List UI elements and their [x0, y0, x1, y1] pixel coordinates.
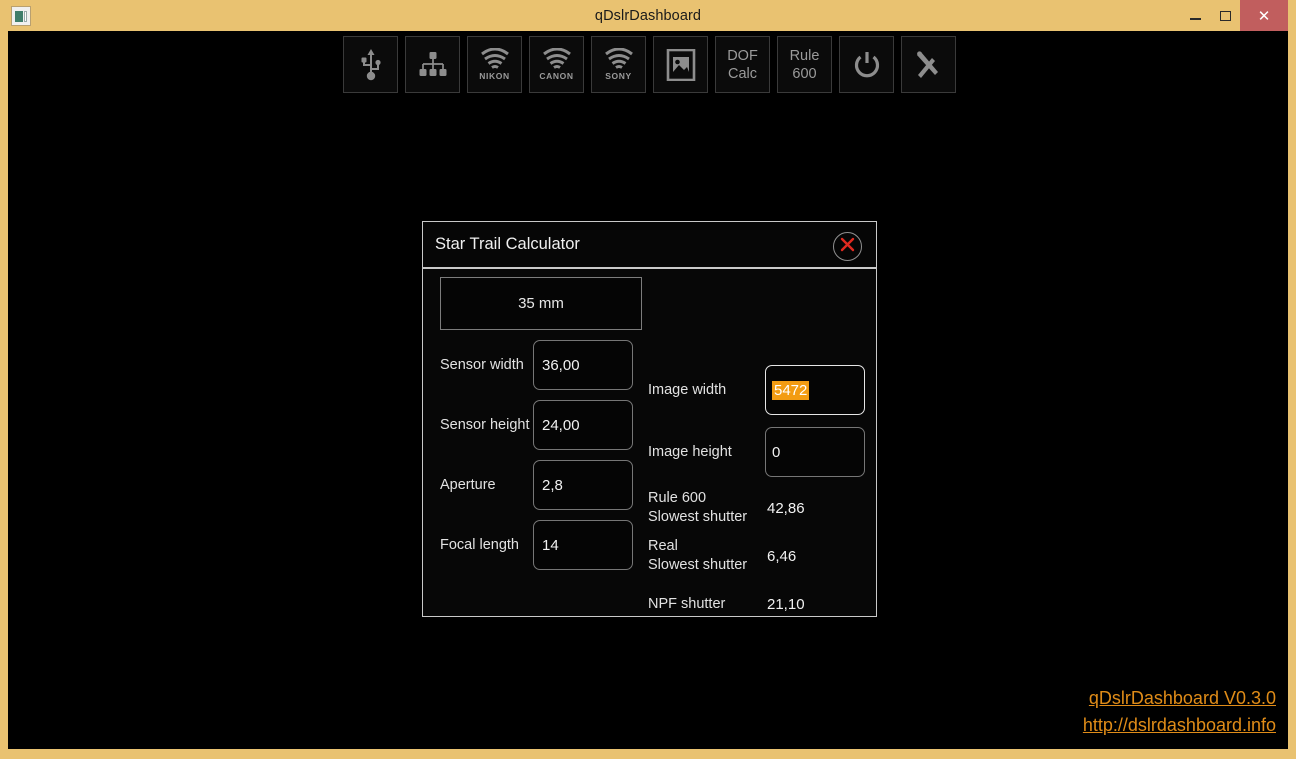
version-link[interactable]: qDslrDashboard V0.3.0 — [1083, 685, 1276, 712]
field-row-focal-length: Focal length — [432, 520, 645, 570]
label-rule-600-line2: Slowest shutter — [648, 509, 748, 525]
label-focal-length: Focal length — [440, 537, 519, 553]
input-aperture[interactable] — [533, 460, 633, 510]
value-real-shutter: 6,46 — [767, 547, 797, 565]
label-npf-shutter: NPF shutter — [648, 595, 726, 612]
usb-icon — [357, 48, 385, 82]
label-rule-600: Rule 600 Slowest shutter — [648, 489, 765, 527]
image-icon — [666, 48, 696, 81]
client-area: NIKON CANON SONY DOF Calc Rule 600 Star … — [8, 31, 1288, 749]
label-image-width: Image width — [648, 382, 727, 398]
label-image-height: Image height — [648, 444, 732, 460]
dialog-body: 35 mm Sensor width Sensor height Apertur… — [423, 269, 876, 616]
wifi-icon — [604, 48, 634, 70]
dof-calc-label-line1: DOF — [727, 47, 758, 64]
main-toolbar: NIKON CANON SONY DOF Calc Rule 600 — [343, 36, 956, 93]
website-link[interactable]: http://dslrdashboard.info — [1083, 712, 1276, 739]
label-real-shutter: Real Slowest shutter — [648, 537, 765, 575]
window-title: qDslrDashboard — [594, 7, 702, 24]
value-npf-shutter: 21,10 — [767, 595, 805, 613]
wifi-icon — [542, 48, 572, 70]
label-sensor-height: Sensor height — [440, 417, 530, 433]
label-aperture: Aperture — [440, 477, 496, 493]
toolbar-button-network[interactable] — [405, 36, 460, 93]
input-sensor-height[interactable] — [533, 400, 633, 450]
result-row-rule-600: Rule 600 Slowest shutter 42,86 — [648, 489, 870, 527]
input-image-width[interactable]: 5472 — [765, 365, 865, 415]
network-tree-icon — [418, 50, 448, 80]
toolbar-label-nikon: NIKON — [479, 71, 510, 81]
field-row-image-height: Image height 0 — [648, 427, 870, 477]
rule-600-label-line2: 600 — [792, 65, 817, 82]
toolbar-button-gallery[interactable] — [653, 36, 708, 93]
toolbar-button-canon[interactable]: CANON — [529, 36, 584, 93]
label-real-shutter-line1: Real — [648, 538, 678, 554]
application-window: qDslrDashboard ✕ NIKON CANON SONY DOF Ca… — [0, 0, 1296, 759]
toolbar-button-sony[interactable]: SONY — [591, 36, 646, 93]
label-real-shutter-line2: Slowest shutter — [648, 557, 748, 573]
toolbar-label-canon: CANON — [539, 71, 574, 81]
dialog-title-bar: Star Trail Calculator — [423, 222, 876, 269]
input-focal-length[interactable] — [533, 520, 633, 570]
dialog-title: Star Trail Calculator — [435, 235, 580, 253]
toolbar-button-rule-600[interactable]: Rule 600 — [777, 36, 832, 93]
minimize-button[interactable] — [1180, 0, 1210, 31]
close-window-button[interactable]: ✕ — [1240, 0, 1288, 31]
window-controls: ✕ — [1180, 0, 1288, 31]
image-width-value: 5472 — [772, 380, 810, 400]
power-icon — [852, 50, 882, 80]
toolbar-button-nikon[interactable]: NIKON — [467, 36, 522, 93]
value-rule-600: 42,86 — [767, 499, 805, 517]
tools-icon — [914, 50, 944, 80]
dialog-close-button[interactable] — [833, 232, 862, 261]
close-x-icon — [839, 236, 856, 258]
toolbar-button-tools[interactable] — [901, 36, 956, 93]
toolbar-button-usb[interactable] — [343, 36, 398, 93]
input-image-height[interactable]: 0 — [765, 427, 865, 477]
toolbar-label-sony: SONY — [605, 71, 632, 81]
result-row-real-shutter: Real Slowest shutter 6,46 — [648, 537, 870, 575]
star-trail-calculator-dialog: Star Trail Calculator 35 mm Sensor width — [422, 221, 877, 617]
label-sensor-width: Sensor width — [440, 357, 524, 373]
result-row-npf-shutter: NPF shutter 21,10 — [648, 585, 870, 623]
field-row-sensor-width: Sensor width — [432, 340, 645, 390]
rule-600-label-line1: Rule — [789, 47, 820, 64]
app-window-icon — [11, 6, 31, 26]
wifi-icon — [480, 48, 510, 70]
toolbar-button-dof-calc[interactable]: DOF Calc — [715, 36, 770, 93]
label-rule-600-line1: Rule 600 — [648, 490, 707, 506]
right-column: Image width 5472 Image height 0 Rule 600… — [648, 365, 870, 633]
field-row-image-width: Image width 5472 — [648, 365, 870, 415]
maximize-button[interactable] — [1210, 0, 1240, 31]
dof-calc-label-line2: Calc — [727, 65, 757, 82]
field-row-aperture: Aperture — [432, 460, 645, 510]
window-title-bar: qDslrDashboard ✕ — [8, 0, 1288, 31]
input-sensor-width[interactable] — [533, 340, 633, 390]
toolbar-button-power[interactable] — [839, 36, 894, 93]
footer-links: qDslrDashboard V0.3.0 http://dslrdashboa… — [1083, 685, 1276, 739]
field-row-sensor-height: Sensor height — [432, 400, 645, 450]
focal-preset-selector[interactable]: 35 mm — [440, 277, 642, 330]
image-height-value: 0 — [772, 443, 781, 461]
left-column: 35 mm Sensor width Sensor height Apertur… — [432, 277, 645, 570]
